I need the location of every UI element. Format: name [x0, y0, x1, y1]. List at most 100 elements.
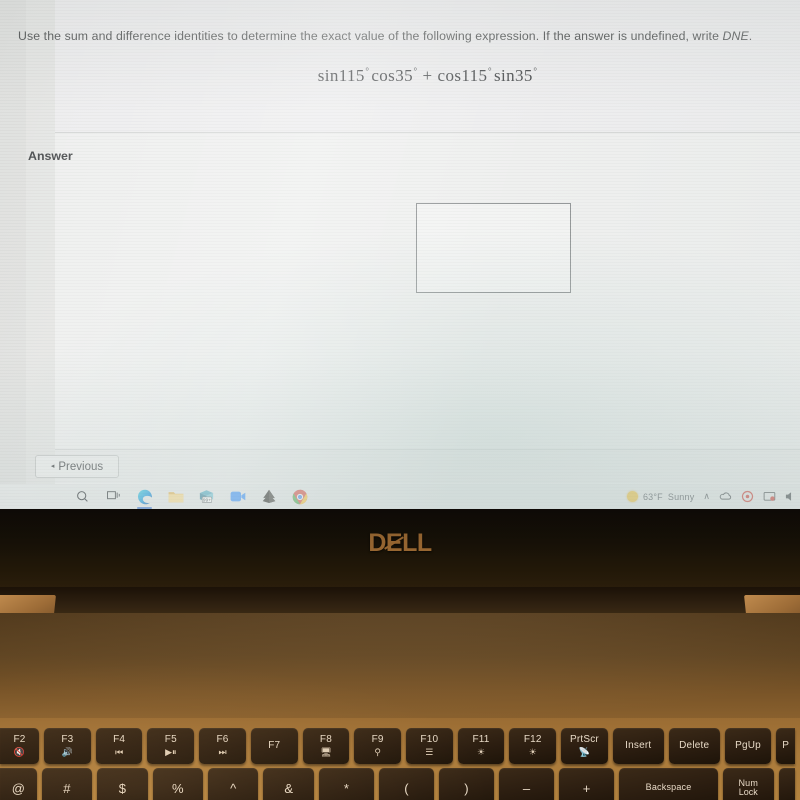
expression-term-1: sin115° [318, 66, 370, 85]
key-function-icon: ☰ [425, 746, 434, 757]
google-chrome-icon[interactable] [291, 488, 308, 505]
angle-115-a: 115 [338, 66, 365, 85]
file-explorer-icon[interactable] [167, 488, 184, 505]
key--[interactable]: ) [438, 768, 494, 800]
key-f6[interactable]: F6 ⏭ [199, 728, 246, 764]
key-label: % [172, 780, 184, 796]
key-f5[interactable]: F5 ▶⏸ [147, 728, 195, 764]
inkscape-icon[interactable] [260, 488, 277, 505]
laptop-photo: Use the sum and difference identities to… [0, 0, 800, 800]
key--[interactable]: ( [378, 768, 434, 800]
onedrive-icon[interactable] [719, 490, 732, 503]
dell-brand-logo: DELL [0, 529, 800, 558]
key-f8[interactable]: F8 🖥 [302, 728, 350, 764]
key-pgup[interactable]: PgUp [724, 728, 772, 764]
key-label: + [582, 780, 591, 796]
key-label: Insert [625, 739, 652, 751]
key-delete[interactable]: Delete [668, 728, 720, 764]
key-prtscr[interactable]: PrtScr 📡 [561, 728, 608, 764]
key-label: ) [464, 780, 469, 796]
key-label: Delete [679, 739, 710, 751]
sin-function-2: sin [493, 66, 515, 85]
browser-page: Use the sum and difference identities to… [0, 0, 800, 484]
question-text-after: . [748, 29, 753, 43]
sun-icon [626, 491, 638, 502]
key--[interactable]: ^ [208, 768, 259, 800]
key-function-icon: 🖥 [320, 746, 332, 757]
taskbar-system-tray: 63°F Sunny ∧ [626, 484, 800, 509]
zoom-icon[interactable] [229, 488, 246, 505]
key-f7[interactable]: F7 [250, 728, 298, 764]
key-label: ( [404, 780, 409, 796]
keyboard-number-row: @ # $% ^ & * () – + Backspace Num Lock [0, 768, 800, 800]
cos-function-1: cos [371, 66, 396, 85]
key-f11[interactable]: F11 ☀ [457, 728, 505, 764]
antivirus-icon[interactable] [741, 490, 754, 503]
question-text-before: Use the sum and difference identities to… [18, 29, 723, 43]
microsoft-edge-icon[interactable] [136, 488, 153, 509]
answer-input[interactable] [416, 203, 571, 293]
previous-button-label: Previous [58, 460, 104, 473]
key--[interactable]: * [318, 768, 374, 800]
key-label: # [63, 780, 71, 796]
key-f10[interactable]: F10 ☰ [405, 728, 453, 764]
key-label: F4 [113, 734, 126, 746]
key-function-icon: ⏮ [115, 746, 124, 757]
key-insert[interactable]: Insert [612, 728, 664, 764]
key-function-icon: ☀ [528, 746, 537, 757]
key--[interactable]: # [41, 768, 93, 800]
app-badge-icon[interactable]: 99+ [198, 488, 215, 505]
key-label: ^ [230, 780, 237, 796]
key-p[interactable]: P [776, 728, 796, 764]
plus-operator: + [422, 66, 433, 85]
key-function-icon: 🔊 [61, 746, 74, 757]
key--[interactable]: + [559, 768, 615, 800]
key-label: F2 [13, 734, 26, 746]
key--[interactable]: % [152, 768, 203, 800]
key--[interactable]: – [498, 768, 554, 800]
dne-emphasis: DNE [722, 29, 749, 43]
volume-icon[interactable] [785, 490, 798, 503]
laptop-base-deck [0, 613, 800, 725]
key-function-icon: 🔇 [13, 746, 26, 757]
page-side-column [26, 0, 55, 484]
page-content: Use the sum and difference identities to… [18, 0, 800, 484]
tray-chevron-up-icon[interactable]: ∧ [703, 491, 710, 502]
task-view-icon[interactable] [105, 488, 122, 505]
key-f2[interactable]: F2 🔇 [0, 728, 40, 764]
key-f12[interactable]: F12 ☀ [509, 728, 557, 764]
previous-button[interactable]: ◂ Previous [35, 455, 119, 478]
key-label: – [522, 780, 531, 796]
key-label: F8 [319, 734, 332, 746]
weather-widget[interactable]: 63°F Sunny [626, 491, 694, 502]
key-label: F7 [268, 739, 281, 751]
key-blank[interactable] [778, 768, 796, 800]
key--[interactable]: & [263, 768, 314, 800]
key-label: F9 [371, 734, 384, 746]
keyboard-function-row: F2 🔇 F3 🔊 F4 ⏮ F5 ▶⏸ F6 ⏭ F7 F8 🖥 F9 ⚲ F10 ☰ F11 ☀ F12 ☀ PrtS… [0, 728, 800, 764]
key-f3[interactable]: F3 🔊 [44, 728, 91, 764]
angle-115-b: 115 [461, 66, 488, 85]
previous-carat-icon: ◂ [50, 463, 55, 470]
key-label: Backspace [645, 782, 692, 793]
page-left-gutter [0, 0, 26, 484]
key-f4[interactable]: F4 ⏮ [95, 728, 143, 764]
key--[interactable]: $ [97, 768, 148, 800]
key-label: * [343, 780, 349, 796]
cos-function-2: cos [437, 66, 462, 85]
sin-function-1: sin [317, 66, 339, 85]
laptop-hinge-bar [0, 587, 800, 615]
answer-label: Answer [28, 149, 73, 163]
key-backspace[interactable]: Backspace [619, 768, 719, 800]
laptop-keyboard: F2 🔇 F3 🔊 F4 ⏮ F5 ▶⏸ F6 ⏭ F7 F8 🖥 F9 ⚲ F10 ☰ F11 ☀ F12 ☀ PrtS… [0, 718, 800, 800]
network-icon[interactable] [763, 490, 776, 503]
degree-sign-2: ° [413, 66, 418, 77]
search-icon[interactable] [74, 488, 91, 505]
key-num[interactable]: Num Lock [723, 768, 774, 800]
laptop-screen: Use the sum and difference identities to… [0, 0, 800, 509]
key-label: @ [11, 780, 25, 796]
key-label: F5 [164, 734, 177, 746]
key-f9[interactable]: F9 ⚲ [354, 728, 401, 764]
taskbar-app-icons: 99+ [74, 484, 308, 509]
key--[interactable]: @ [0, 768, 37, 800]
